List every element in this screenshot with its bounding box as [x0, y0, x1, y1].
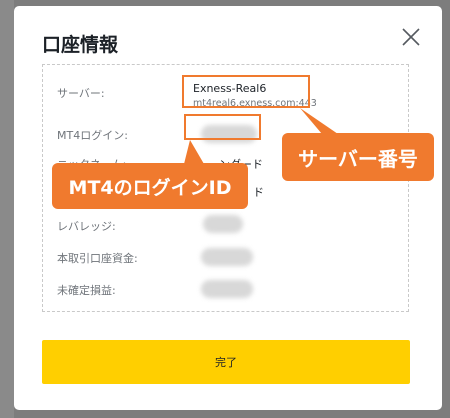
server-label: サーバー:: [57, 87, 105, 100]
unrealized-label: 未確定損益:: [57, 284, 116, 297]
server-highlight-box: [182, 75, 310, 108]
login-highlight-box: [184, 114, 261, 140]
account-type-value: ド: [253, 186, 264, 199]
close-button[interactable]: [400, 26, 422, 48]
close-icon: [402, 28, 420, 46]
balance-value-blurred: [201, 248, 253, 266]
unrealized-value-blurred: [201, 280, 253, 298]
leverage-label: レバレッジ:: [57, 220, 116, 233]
done-button[interactable]: 完了: [42, 340, 410, 384]
balance-label: 本取引口座資金:: [57, 252, 138, 265]
leverage-value-blurred: [203, 215, 243, 233]
login-label: MT4ログイン:: [57, 129, 128, 142]
server-number-callout: サーバー番号: [282, 133, 434, 181]
modal-title: 口座情報: [42, 34, 119, 56]
background-strip: [0, 0, 14, 418]
login-id-callout: MT4のログインID: [52, 163, 248, 209]
